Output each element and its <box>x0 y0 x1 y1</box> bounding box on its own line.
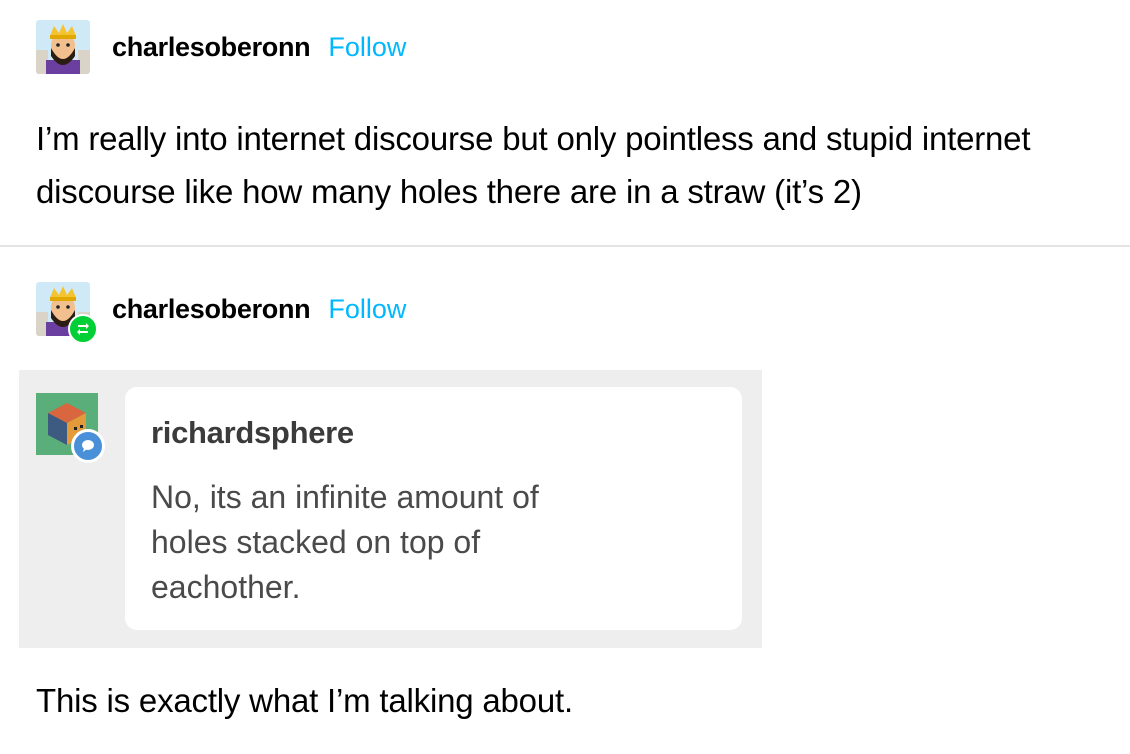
message-text: No, its an infinite amount of holes stac… <box>151 479 539 605</box>
avatar-icon[interactable] <box>36 282 98 344</box>
reblog-text: This is exactly what I’m talking about. <box>36 682 573 719</box>
avatar-icon[interactable] <box>36 20 90 74</box>
follow-button[interactable]: Follow <box>328 32 406 63</box>
username[interactable]: charlesoberonn <box>112 32 311 63</box>
username[interactable]: charlesoberonn <box>112 294 311 325</box>
message-bubble: richardsphere No, its an infinite amount… <box>125 387 742 630</box>
reblog-header: charlesoberonn Follow <box>36 282 406 344</box>
message-author: richardsphere <box>151 415 354 450</box>
original-post-text: I’m really into internet discourse but o… <box>36 120 1031 210</box>
reblog-icon <box>68 314 98 344</box>
post-divider <box>0 245 1130 247</box>
chat-bubble-icon <box>71 429 105 463</box>
embedded-screenshot: richardsphere No, its an infinite amount… <box>19 370 762 648</box>
original-post-header: charlesoberonn Follow <box>36 20 406 74</box>
follow-button[interactable]: Follow <box>328 294 406 325</box>
post-page: charlesoberonn Follow I’m really into in… <box>0 0 1130 754</box>
